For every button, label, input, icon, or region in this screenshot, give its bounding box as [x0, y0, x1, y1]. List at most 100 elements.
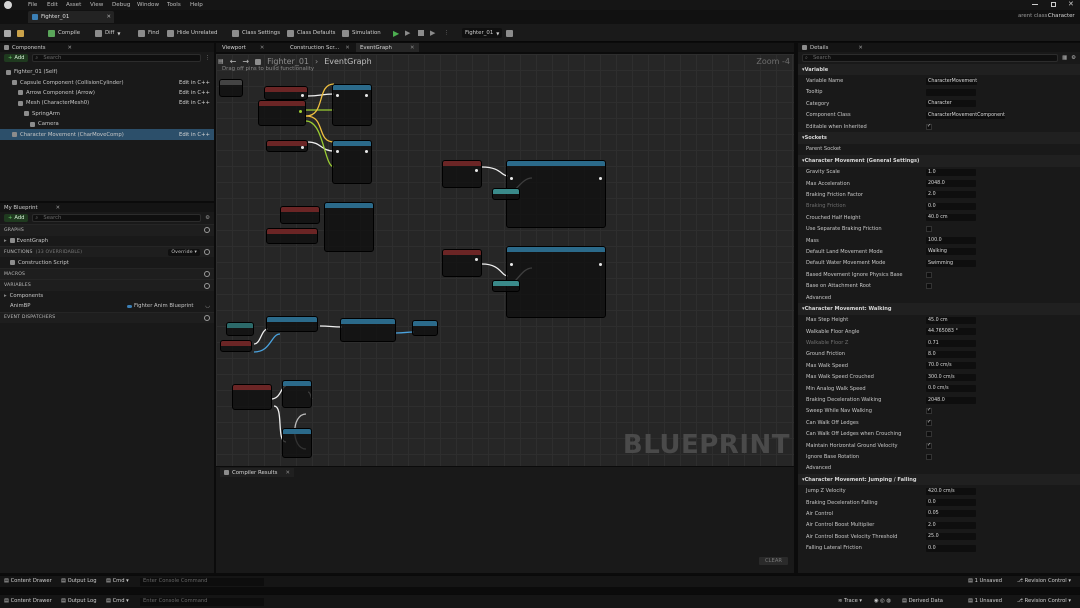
property-checkbox[interactable]: [926, 271, 932, 278]
unreal-logo-icon[interactable]: [4, 1, 12, 9]
unsaved-button[interactable]: ▤ 1 Unsaved: [968, 598, 1002, 604]
more-options-icon[interactable]: ⋮: [444, 28, 449, 38]
input-event-node[interactable]: [264, 86, 308, 100]
revision-control-button[interactable]: ⎇ Revision Control ▾: [1017, 578, 1071, 584]
override-button[interactable]: Override ▾: [168, 248, 200, 256]
console-input[interactable]: Enter Console Command: [140, 578, 264, 586]
stop-button[interactable]: [418, 28, 424, 38]
details-search-input[interactable]: ⌕ Search: [802, 54, 1059, 62]
get-mesh-node[interactable]: [266, 316, 318, 332]
menu-edit[interactable]: Edit: [47, 2, 58, 8]
minimize-icon[interactable]: [1032, 4, 1038, 5]
property-value-field[interactable]: 0.0 cm/s: [926, 385, 976, 393]
input-event-node[interactable]: [266, 140, 308, 152]
property-value-field[interactable]: 420.0 cm/s: [926, 487, 976, 495]
parent-class-link[interactable]: Character: [1048, 13, 1075, 19]
axis-value-node[interactable]: [258, 100, 306, 126]
visibility-eye-icon[interactable]: ◡: [205, 303, 210, 309]
play-montage-node-1[interactable]: [506, 160, 606, 228]
graphs-section[interactable]: GRAPHS: [0, 224, 214, 236]
edit-in-cpp-link[interactable]: Edit in C++: [179, 80, 210, 86]
property-value-field[interactable]: 300.0 cm/s: [926, 373, 976, 381]
component-tree-item[interactable]: Capsule Component (CollisionCylinder) Edi…: [0, 77, 214, 87]
attack-event-node[interactable]: [442, 160, 482, 188]
begin-play-node[interactable]: [226, 322, 254, 336]
set-anim-bp-node[interactable]: [412, 320, 438, 336]
event-graph-item[interactable]: ▸ EventGraph: [0, 236, 214, 246]
add-controller-input-node[interactable]: [324, 202, 374, 252]
debug-object-select[interactable]: Fighter_01 ▼: [462, 28, 503, 38]
gear-icon[interactable]: ⚙: [205, 215, 210, 221]
property-checkbox[interactable]: [926, 283, 932, 290]
branch-node[interactable]: [282, 380, 312, 408]
close-panel-icon[interactable]: ✕: [56, 205, 60, 211]
property-value-field[interactable]: Character: [926, 100, 976, 108]
output-log-button[interactable]: ▤ Output Log: [61, 578, 97, 584]
look-event-node[interactable]: [280, 206, 320, 224]
set-bool-node[interactable]: [282, 428, 312, 458]
property-value-field[interactable]: 25.0: [926, 533, 976, 541]
property-checkbox[interactable]: [926, 442, 932, 449]
cmd-dropdown[interactable]: ▤ Cmd ▾: [106, 578, 129, 584]
property-checkbox[interactable]: [926, 123, 932, 130]
property-checkbox[interactable]: [926, 419, 932, 426]
anim-variable-item[interactable]: AnimBP Fighter Anim Blueprint ◡: [0, 301, 214, 311]
add-function-icon[interactable]: [204, 249, 210, 256]
close-tab-icon[interactable]: ✕: [260, 45, 265, 51]
property-value-field[interactable]: [926, 88, 976, 96]
clear-button[interactable]: CLEAR: [759, 557, 788, 565]
close-panel-icon[interactable]: ✕: [68, 45, 72, 51]
property-value-field[interactable]: 0.0: [926, 544, 976, 552]
trace-dropdown[interactable]: ≋ Trace ▾: [838, 598, 862, 604]
property-value-field[interactable]: Walking: [926, 248, 976, 256]
debug-filter-icon[interactable]: [506, 28, 513, 38]
details-section-header[interactable]: ▾ Character Movement: Jumping / Falling: [798, 474, 1080, 486]
event-graph-canvas[interactable]: ▤ ← → Fighter_01 › EventGraph Zoom -4 Dr…: [216, 54, 794, 466]
cmd-dropdown[interactable]: ▤ Cmd ▾: [106, 598, 129, 604]
component-tree-item[interactable]: Character Movement (CharMoveComp) Edit in…: [0, 129, 214, 140]
grid-view-icon[interactable]: ▦: [1062, 55, 1067, 61]
property-value-field[interactable]: 45.0 cm: [926, 316, 976, 324]
content-drawer-button[interactable]: ▤ Content Drawer: [4, 598, 52, 604]
save-icon[interactable]: [4, 28, 11, 38]
add-member-button[interactable]: + Add: [4, 214, 29, 222]
property-value-field[interactable]: 2.0: [926, 521, 976, 529]
play-montage-node-2[interactable]: [506, 246, 606, 318]
property-value-field[interactable]: 0.0: [926, 202, 976, 210]
tab-event-graph[interactable]: EventGraph ✕: [356, 43, 419, 52]
variables-section[interactable]: VARIABLES: [0, 279, 214, 291]
content-drawer-button[interactable]: ▤ Content Drawer: [4, 578, 52, 584]
step-button[interactable]: ▶: [430, 28, 435, 38]
property-checkbox[interactable]: [926, 407, 932, 415]
add-macro-icon[interactable]: [204, 271, 210, 278]
property-value-field[interactable]: 40.0 cm: [926, 214, 976, 222]
find-button[interactable]: Find: [138, 28, 159, 38]
property-value-field[interactable]: CharacterMovementComponent: [926, 111, 1005, 119]
menu-asset[interactable]: Asset: [66, 2, 81, 8]
functions-section[interactable]: FUNCTIONS (33 OVERRIDABLE) Override ▾: [0, 245, 214, 258]
component-tree-item[interactable]: Camera: [0, 119, 214, 129]
edit-in-cpp-link[interactable]: Edit in C++: [179, 90, 210, 96]
block-event-node[interactable]: [442, 249, 482, 277]
unsaved-button[interactable]: ▤ 1 Unsaved: [968, 578, 1002, 584]
console-input[interactable]: Enter Console Command: [140, 598, 264, 606]
class-settings-button[interactable]: Class Settings: [232, 28, 280, 38]
revision-control-button[interactable]: ⎇ Revision Control ▾: [1017, 598, 1071, 604]
details-section-header[interactable]: ▾ Variable: [798, 64, 1080, 76]
event-dispatchers-section[interactable]: EVENT DISPATCHERS: [0, 311, 214, 324]
axis-value-node-2[interactable]: [266, 228, 318, 244]
menu-tools[interactable]: Tools: [167, 2, 181, 8]
add-variable-icon[interactable]: [204, 282, 210, 289]
get-anim-node-2[interactable]: [492, 280, 520, 292]
menu-help[interactable]: Help: [190, 2, 203, 8]
add-dispatcher-icon[interactable]: [204, 314, 210, 321]
compiler-results-tab[interactable]: Compiler Results ✕: [220, 468, 294, 477]
simulation-button[interactable]: Simulation: [342, 28, 381, 38]
component-tree-item[interactable]: Arrow Component (Arrow) Edit in C++: [0, 88, 214, 98]
browse-icon[interactable]: [17, 28, 24, 38]
compile-button[interactable]: Compile: [48, 28, 80, 38]
asset-tab[interactable]: Fighter_01 ✕: [28, 11, 114, 23]
menu-view[interactable]: View: [90, 2, 103, 8]
details-section-header[interactable]: ▾ Character Movement (General Settings): [798, 155, 1080, 167]
tab-viewport[interactable]: Viewport ✕: [218, 43, 269, 52]
